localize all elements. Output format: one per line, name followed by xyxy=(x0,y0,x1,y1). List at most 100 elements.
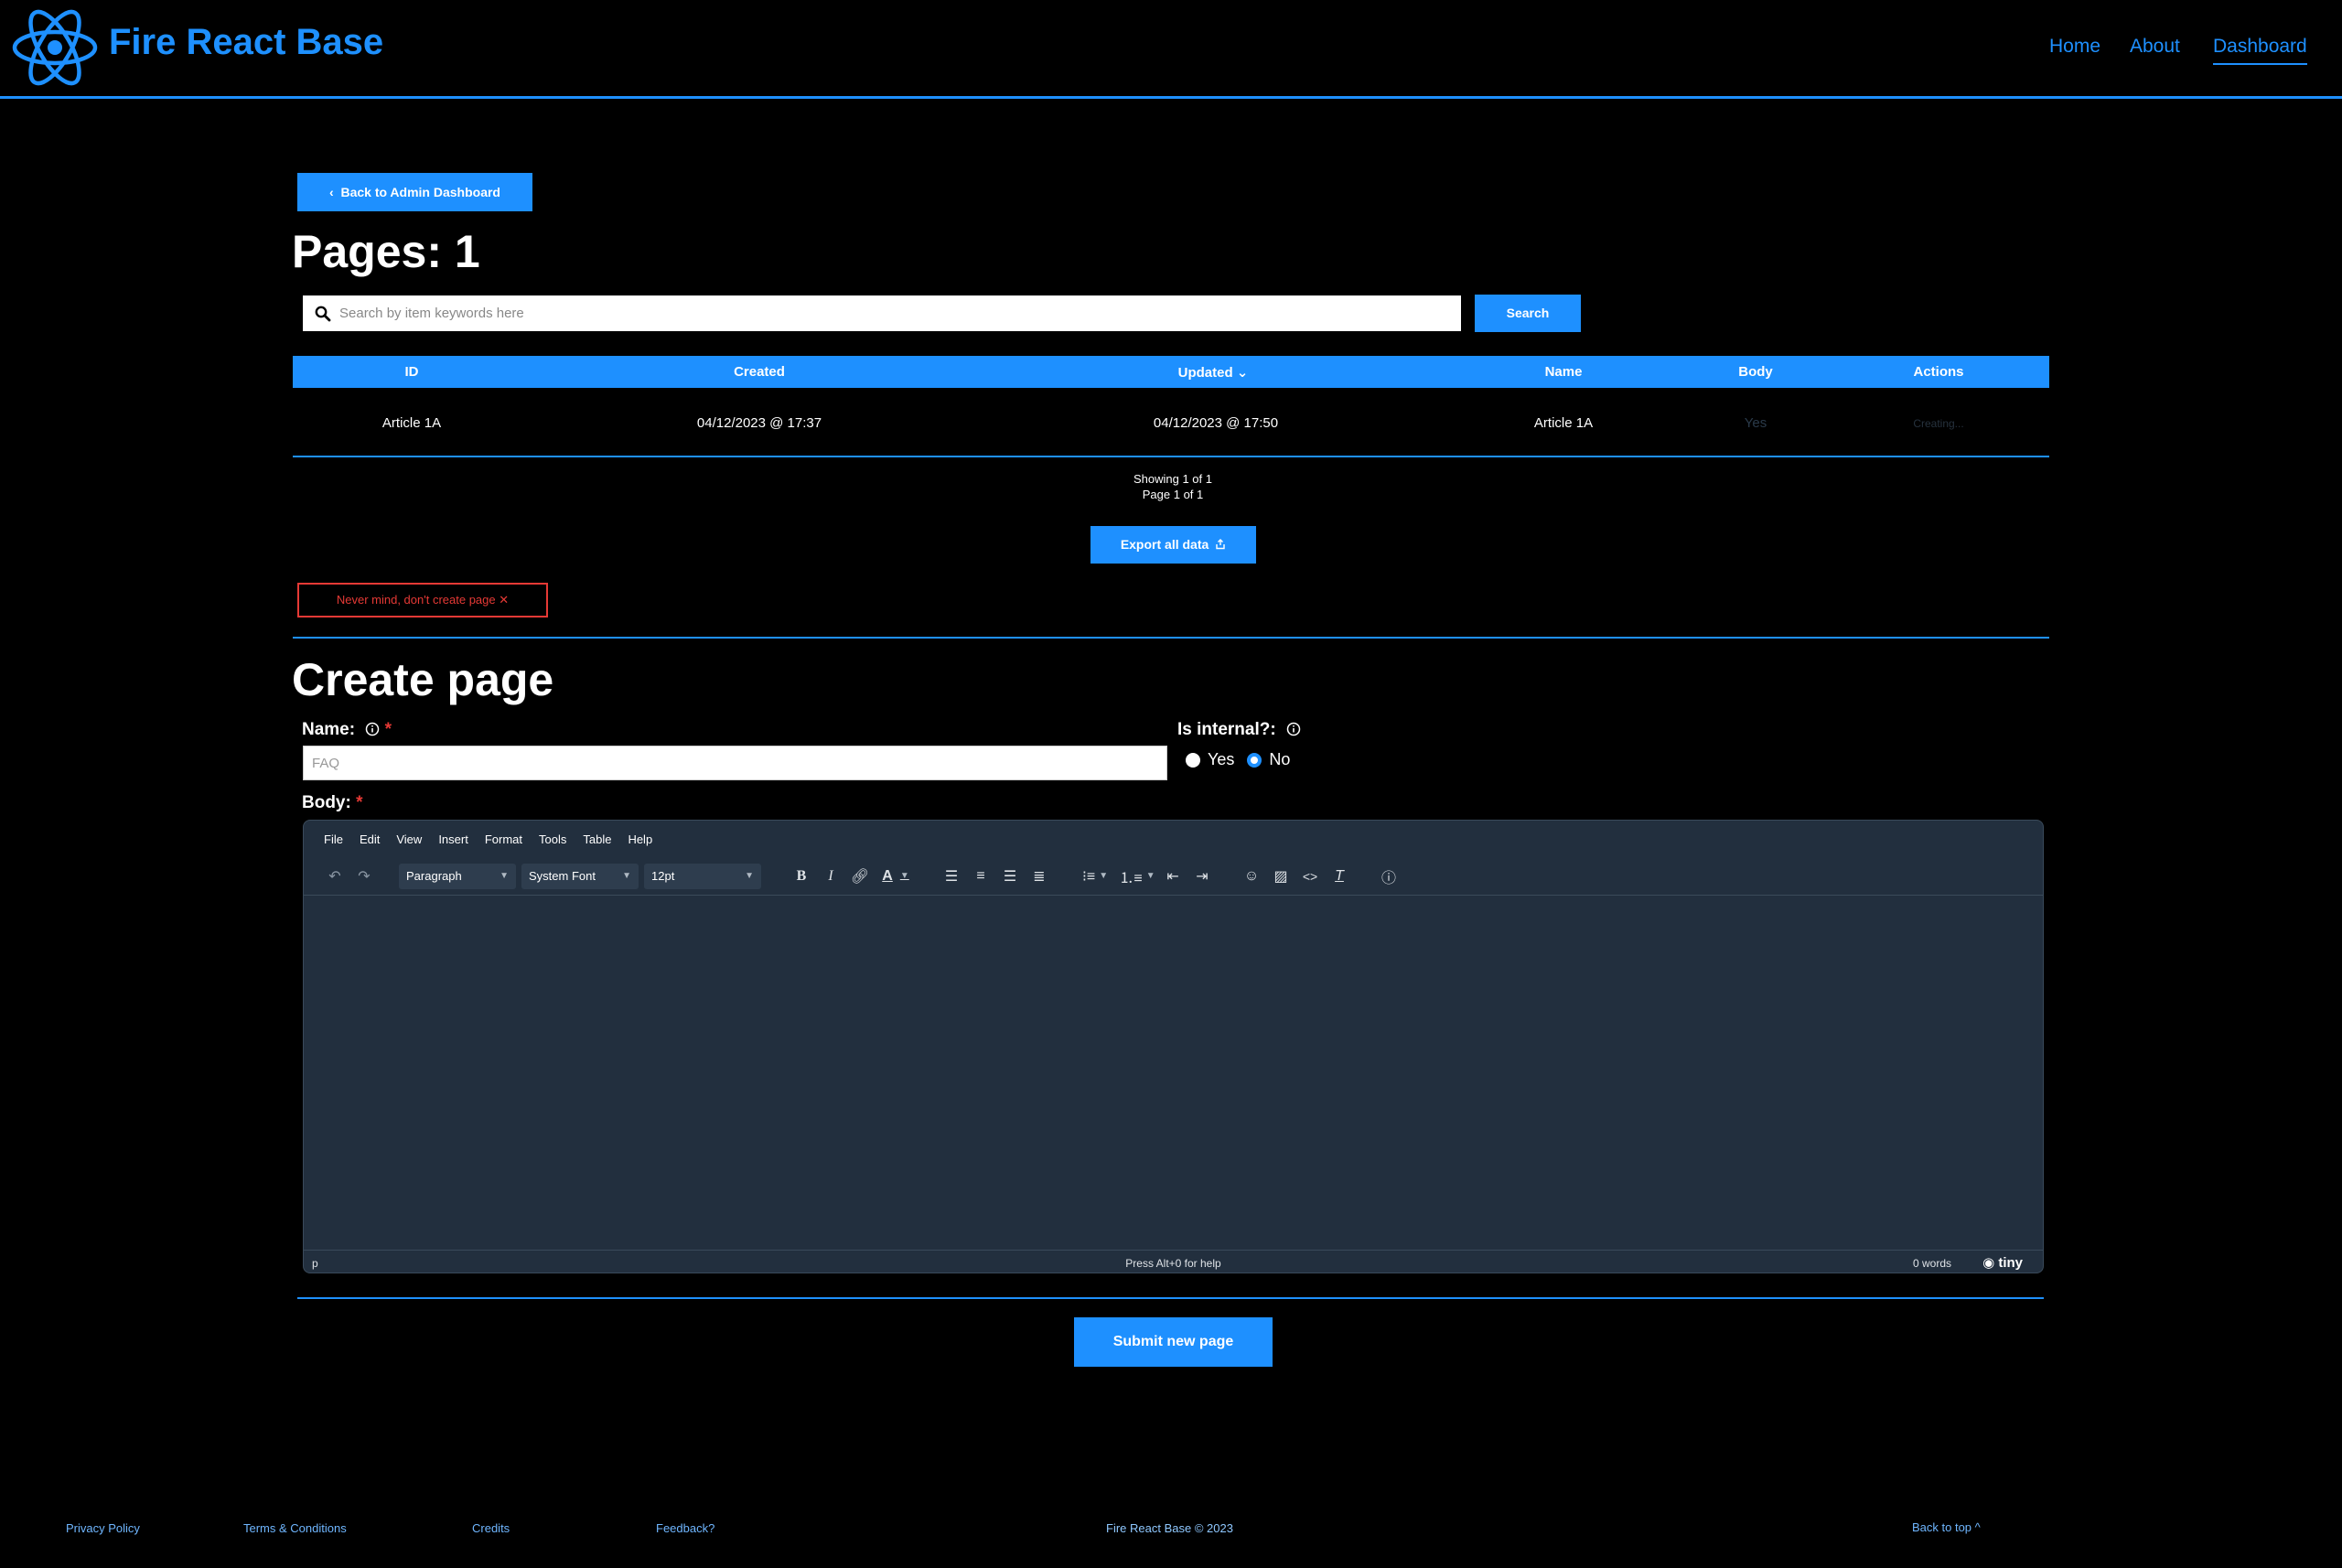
outdent-icon[interactable]: ⇤ xyxy=(1158,862,1187,891)
tiny-brand[interactable]: ◉ tiny xyxy=(1982,1254,2023,1271)
element-path[interactable]: p xyxy=(312,1257,318,1270)
editor-toolbar: ↶ ↷ Paragraph ▼ System Font ▼ 12pt ▼ B I 🔗︎… xyxy=(304,857,2043,896)
cancel-button-label: Never mind, don't create page xyxy=(336,593,496,607)
indent-icon[interactable]: ⇥ xyxy=(1187,862,1217,891)
menu-edit[interactable]: Edit xyxy=(360,832,380,846)
radio-yes-label[interactable]: Yes xyxy=(1208,750,1234,769)
column-header-name[interactable]: Name xyxy=(1545,364,1583,380)
is-internal-label-text: Is internal?: xyxy=(1177,720,1276,739)
menu-tools[interactable]: Tools xyxy=(539,832,566,846)
is-internal-radio-group: Yes No xyxy=(1186,750,1303,769)
export-button-label: Export all data xyxy=(1120,537,1209,552)
block-format-select[interactable]: Paragraph ▼ xyxy=(399,863,516,889)
site-header: Fire React Base Home About Dashboard xyxy=(0,0,2342,99)
nav-home-link[interactable]: Home xyxy=(2049,36,2100,58)
menu-table[interactable]: Table xyxy=(583,832,611,846)
menu-view[interactable]: View xyxy=(396,832,422,846)
emoji-icon[interactable]: ☺ xyxy=(1237,862,1266,891)
undo-icon[interactable]: ↶ xyxy=(320,862,349,891)
menu-help[interactable]: Help xyxy=(628,832,652,846)
editor-content-area[interactable] xyxy=(304,897,2043,1249)
menu-format[interactable]: Format xyxy=(485,832,522,846)
help-hint: Press Alt+0 for help xyxy=(1125,1257,1221,1270)
tiny-logo-icon: ◉ xyxy=(1982,1255,1995,1271)
bullet-list-icon[interactable]: ⁝≡ ▼ xyxy=(1074,862,1116,891)
body-label: Body: * xyxy=(302,793,363,813)
bold-icon[interactable]: B xyxy=(787,862,816,891)
editor-menubar: File Edit View Insert Format Tools Table… xyxy=(304,821,2043,857)
close-icon: ✕ xyxy=(499,593,510,607)
cancel-create-button[interactable]: Never mind, don't create page ✕ xyxy=(297,583,548,618)
text-color-icon[interactable]: A ▼ xyxy=(875,862,917,891)
nav-dashboard-link[interactable]: Dashboard xyxy=(2213,36,2307,65)
pagination-page: Page 1 of 1 xyxy=(1142,488,1204,501)
footer-credits-link[interactable]: Credits xyxy=(472,1521,510,1535)
block-format-value: Paragraph xyxy=(406,869,462,883)
footer-feedback-link[interactable]: Feedback? xyxy=(656,1521,714,1535)
align-left-icon[interactable]: ☰ xyxy=(937,862,966,891)
search-button[interactable]: Search xyxy=(1475,295,1581,332)
share-icon xyxy=(1216,539,1225,550)
divider xyxy=(297,1297,2044,1299)
back-to-dashboard-button[interactable]: ‹ Back to Admin Dashboard xyxy=(297,173,532,211)
body-label-text: Body: xyxy=(302,793,351,812)
required-marker: * xyxy=(384,720,392,739)
nav-about-link[interactable]: About xyxy=(2130,36,2180,58)
italic-icon[interactable]: I xyxy=(816,862,845,891)
chevron-down-icon: ▼ xyxy=(622,871,631,881)
chevron-left-icon: ‹ xyxy=(329,185,341,199)
word-count[interactable]: 0 words xyxy=(1913,1257,1951,1270)
submit-new-page-button[interactable]: Submit new page xyxy=(1074,1317,1273,1367)
pagination-showing: Showing 1 of 1 xyxy=(1133,472,1212,486)
menu-file[interactable]: File xyxy=(324,832,343,846)
numbered-list-icon[interactable]: ⒈≡ ▼ xyxy=(1116,862,1158,891)
tiny-brand-label: tiny xyxy=(1998,1255,2023,1271)
help-icon[interactable]: ⓘ xyxy=(1374,862,1403,891)
footer-copyright: Fire React Base © 2023 xyxy=(1106,1521,1233,1535)
font-family-value: System Font xyxy=(529,869,596,883)
code-icon[interactable]: <> xyxy=(1295,862,1325,891)
table-row[interactable]: Article 1A 04/12/2023 @ 17:37 04/12/2023… xyxy=(293,388,2049,457)
brand-title[interactable]: Fire React Base xyxy=(109,22,383,63)
radio-yes[interactable] xyxy=(1186,752,1200,768)
link-icon[interactable]: 🔗︎ xyxy=(845,862,875,891)
column-header-id[interactable]: ID xyxy=(405,364,419,380)
chevron-down-icon: ▼ xyxy=(745,871,754,881)
radio-no-label[interactable]: No xyxy=(1269,750,1290,769)
react-logo-icon[interactable] xyxy=(9,5,101,90)
column-header-updated[interactable]: Updated ⌄ xyxy=(1178,364,1249,381)
sort-desc-icon: ⌄ xyxy=(1236,365,1249,381)
font-family-select[interactable]: System Font ▼ xyxy=(521,863,639,889)
align-right-icon[interactable]: ☰ xyxy=(995,862,1025,891)
menu-insert[interactable]: Insert xyxy=(438,832,468,846)
chevron-down-icon: ▼ xyxy=(500,871,509,881)
footer-privacy-link[interactable]: Privacy Policy xyxy=(66,1521,140,1535)
name-label-text: Name: xyxy=(302,720,356,739)
page-title: Pages: 1 xyxy=(292,226,480,277)
info-icon[interactable] xyxy=(1286,722,1301,736)
cell-body: Yes xyxy=(1744,415,1767,431)
table-header: ID Created Updated ⌄ Name Body Actions xyxy=(293,356,2049,388)
font-size-select[interactable]: 12pt ▼ xyxy=(644,863,761,889)
back-to-top-link[interactable]: Back to top ^ xyxy=(1912,1520,1981,1534)
rich-text-editor: File Edit View Insert Format Tools Table… xyxy=(303,820,2044,1273)
column-header-updated-label: Updated xyxy=(1177,365,1233,381)
cell-id: Article 1A xyxy=(381,415,442,431)
name-input[interactable] xyxy=(303,746,1167,780)
info-icon[interactable] xyxy=(365,722,380,736)
cell-created: 04/12/2023 @ 17:37 xyxy=(696,415,822,431)
align-center-icon[interactable]: ≡ xyxy=(966,862,995,891)
export-data-button[interactable]: Export all data xyxy=(1090,526,1256,564)
column-header-created[interactable]: Created xyxy=(734,364,785,380)
align-justify-icon[interactable]: ≣ xyxy=(1025,862,1054,891)
search-input[interactable] xyxy=(339,295,1446,331)
redo-icon[interactable]: ↷ xyxy=(349,862,379,891)
radio-no[interactable] xyxy=(1247,752,1262,768)
footer-terms-link[interactable]: Terms & Conditions xyxy=(243,1521,347,1535)
back-button-label: Back to Admin Dashboard xyxy=(340,185,500,199)
required-marker: * xyxy=(356,793,363,812)
back-to-top-label: Back to top xyxy=(1912,1520,1972,1534)
clear-format-icon[interactable]: T xyxy=(1325,862,1354,891)
image-icon[interactable]: ▨ xyxy=(1266,862,1295,891)
column-header-body[interactable]: Body xyxy=(1738,364,1773,380)
